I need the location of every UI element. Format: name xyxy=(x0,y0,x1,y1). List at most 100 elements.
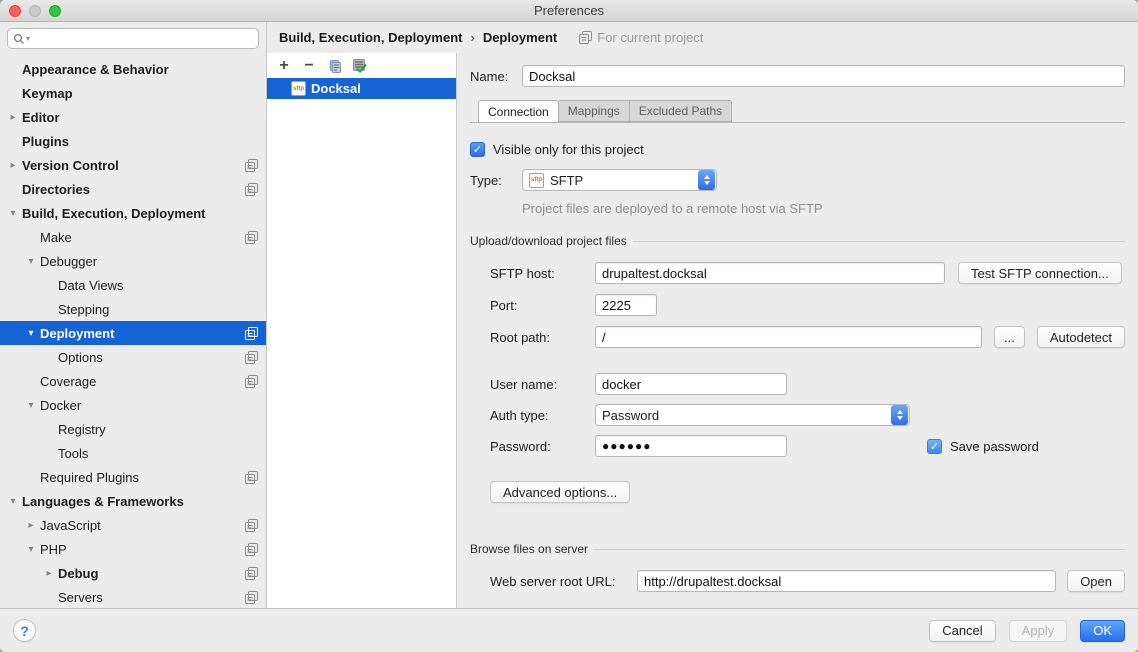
help-button[interactable]: ? xyxy=(13,619,36,642)
chevron-expanded-icon[interactable]: ▾ xyxy=(22,256,40,267)
sidebar-item-build-execution-deployment[interactable]: ▾Build, Execution, Deployment xyxy=(0,201,266,225)
sidebar-item-options[interactable]: Options xyxy=(0,345,266,369)
sidebar-item-make[interactable]: Make xyxy=(0,225,266,249)
password-input[interactable] xyxy=(595,435,787,457)
type-dropdown[interactable]: sftp SFTP xyxy=(522,169,717,191)
title-bar: Preferences xyxy=(0,0,1138,22)
sidebar-item-deployment[interactable]: ▾Deployment xyxy=(0,321,266,345)
chevron-expanded-icon[interactable]: ▾ xyxy=(4,208,22,219)
chevron-expanded-icon[interactable]: ▾ xyxy=(22,544,40,555)
web-root-input[interactable] xyxy=(637,570,1056,592)
close-window-button[interactable] xyxy=(9,5,21,17)
sidebar-item-plugins[interactable]: Plugins xyxy=(0,129,266,153)
sidebar-item-languages-frameworks[interactable]: ▾Languages & Frameworks xyxy=(0,489,266,513)
sidebar-item-version-control[interactable]: ▸Version Control xyxy=(0,153,266,177)
current-project-icon xyxy=(245,231,258,244)
current-project-icon xyxy=(245,159,258,172)
copy-server-button[interactable] xyxy=(325,57,343,75)
sidebar-item-label: Tools xyxy=(58,446,88,461)
visible-only-checkbox[interactable]: ✓ xyxy=(470,142,485,157)
test-sftp-connection-button[interactable]: Test SFTP connection... xyxy=(958,262,1122,284)
chevron-expanded-icon[interactable]: ▾ xyxy=(22,328,40,339)
sidebar-item-label: Make xyxy=(40,230,72,245)
server-item-docksal[interactable]: sftp Docksal xyxy=(267,78,456,99)
window-title: Preferences xyxy=(0,3,1138,18)
sidebar-item-servers[interactable]: Servers xyxy=(0,585,266,608)
sidebar-item-label: Registry xyxy=(58,422,106,437)
apply-button[interactable]: Apply xyxy=(1009,620,1068,642)
user-name-input[interactable] xyxy=(595,373,787,395)
chevron-collapsed-icon[interactable]: ▸ xyxy=(4,160,22,171)
save-password-checkbox[interactable]: ✓ xyxy=(927,439,942,454)
settings-tree: Appearance & Behavior Keymap ▸EditorPlugin… xyxy=(0,57,266,608)
search-input[interactable] xyxy=(30,30,253,47)
sidebar-item-label: Stepping xyxy=(58,302,109,317)
sidebar-item-tools[interactable]: Tools xyxy=(0,441,266,465)
breadcrumb-parent[interactable]: Build, Execution, Deployment xyxy=(279,30,462,45)
add-server-button[interactable]: + xyxy=(275,57,293,75)
sidebar-item-label: Appearance & Behavior xyxy=(22,62,169,77)
sidebar-item-coverage[interactable]: Coverage xyxy=(0,369,266,393)
use-as-default-button[interactable] xyxy=(350,57,368,75)
breadcrumb: Build, Execution, Deployment › Deploymen… xyxy=(267,22,1138,53)
sidebar-item-php[interactable]: ▾PHP xyxy=(0,537,266,561)
sidebar-item-label: Version Control xyxy=(22,158,119,173)
current-project-icon xyxy=(245,543,258,556)
scope-label: For current project xyxy=(597,30,703,45)
sidebar-item-javascript[interactable]: ▸JavaScript xyxy=(0,513,266,537)
name-input[interactable] xyxy=(522,65,1125,87)
sidebar-item-debug[interactable]: ▸Debug xyxy=(0,561,266,585)
sidebar-item-directories[interactable]: Directories xyxy=(0,177,266,201)
cancel-button[interactable]: Cancel xyxy=(929,620,995,642)
remove-server-button[interactable]: − xyxy=(300,57,318,75)
auth-type-value: Password xyxy=(602,408,885,423)
current-project-icon xyxy=(245,591,258,604)
sidebar-item-label: Deployment xyxy=(40,326,114,341)
sidebar-item-label: JavaScript xyxy=(40,518,101,533)
settings-search-field[interactable]: ▾ xyxy=(7,28,259,49)
browse-root-path-button[interactable]: ... xyxy=(994,326,1025,348)
sidebar-item-keymap[interactable]: Keymap xyxy=(0,81,266,105)
sftp-host-label: SFTP host: xyxy=(490,266,595,281)
auth-type-dropdown[interactable]: Password xyxy=(595,404,910,426)
chevron-collapsed-icon[interactable]: ▸ xyxy=(40,568,58,579)
browse-section-title: Browse files on server xyxy=(470,542,588,556)
port-input[interactable] xyxy=(595,294,657,316)
chevron-expanded-icon[interactable]: ▾ xyxy=(22,400,40,411)
sidebar-item-required-plugins[interactable]: Required Plugins xyxy=(0,465,266,489)
dropdown-stepper-icon xyxy=(891,405,908,425)
sidebar-item-label: Docker xyxy=(40,398,81,413)
advanced-options-button[interactable]: Advanced options... xyxy=(490,481,630,503)
current-project-icon xyxy=(245,471,258,484)
sidebar-item-label: Required Plugins xyxy=(40,470,139,485)
server-item-label: Docksal xyxy=(311,81,361,96)
chevron-expanded-icon[interactable]: ▾ xyxy=(4,496,22,507)
sidebar-item-docker[interactable]: ▾Docker xyxy=(0,393,266,417)
tab-connection[interactable]: Connection xyxy=(478,100,559,123)
sidebar-item-label: Debugger xyxy=(40,254,97,269)
user-name-label: User name: xyxy=(490,377,595,392)
sftp-host-input[interactable] xyxy=(595,262,945,284)
sidebar-item-data-views[interactable]: Data Views xyxy=(0,273,266,297)
minimize-window-button[interactable] xyxy=(29,5,41,17)
ok-button[interactable]: OK xyxy=(1080,620,1125,642)
zoom-window-button[interactable] xyxy=(49,5,61,17)
root-path-input[interactable] xyxy=(595,326,982,348)
sidebar-item-appearance-behavior[interactable]: Appearance & Behavior xyxy=(0,57,266,81)
sidebar-item-registry[interactable]: Registry xyxy=(0,417,266,441)
copy-icon xyxy=(327,59,341,73)
tab-excluded-paths[interactable]: Excluded Paths xyxy=(630,100,732,122)
open-button[interactable]: Open xyxy=(1067,570,1125,592)
sidebar-item-editor[interactable]: ▸Editor xyxy=(0,105,266,129)
sidebar-item-debugger[interactable]: ▾Debugger xyxy=(0,249,266,273)
sidebar-item-label: Data Views xyxy=(58,278,124,293)
tab-mappings[interactable]: Mappings xyxy=(559,100,630,122)
type-label: Type: xyxy=(470,173,522,188)
chevron-collapsed-icon[interactable]: ▸ xyxy=(4,112,22,123)
search-icon xyxy=(13,33,25,45)
sidebar-item-stepping[interactable]: Stepping xyxy=(0,297,266,321)
sidebar-item-label: Build, Execution, Deployment xyxy=(22,206,205,221)
sidebar-item-label: Keymap xyxy=(22,86,73,101)
autodetect-button[interactable]: Autodetect xyxy=(1037,326,1125,348)
chevron-collapsed-icon[interactable]: ▸ xyxy=(22,520,40,531)
